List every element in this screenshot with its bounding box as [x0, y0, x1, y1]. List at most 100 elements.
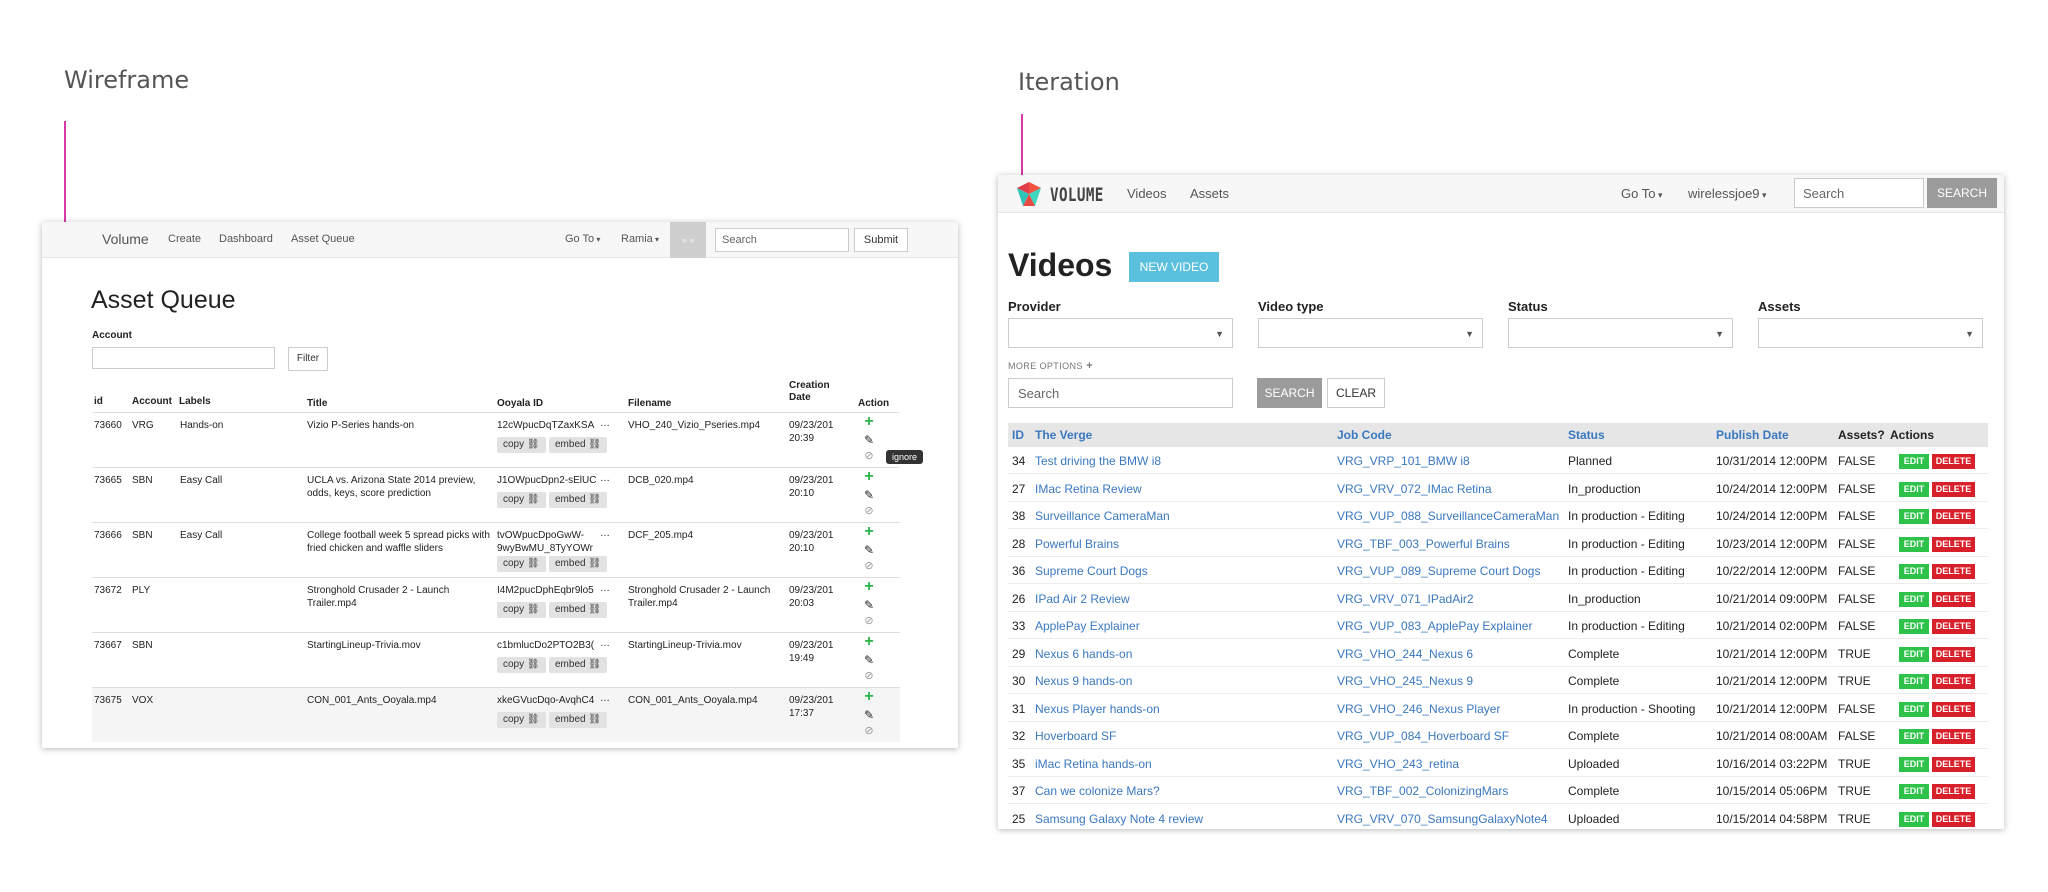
edit-pencil-icon[interactable]: ✎ — [862, 489, 876, 501]
edit-button[interactable]: EDIT — [1899, 729, 1929, 744]
delete-button[interactable]: DELETE — [1932, 756, 1975, 772]
cell-job-code-link[interactable]: VRG_TBF_003_Powerful Brains — [1337, 537, 1510, 551]
status-select[interactable]: ▼ — [1508, 318, 1733, 348]
col-header-job-code[interactable]: Job Code — [1337, 428, 1392, 442]
ignore-icon[interactable]: ⊘ — [862, 505, 876, 517]
delete-button[interactable]: DELETE — [1932, 536, 1975, 552]
search-input[interactable]: Search — [1008, 378, 1233, 408]
wireframe-brand[interactable]: Volume — [102, 231, 149, 247]
cell-title-link[interactable]: Supreme Court Dogs — [1035, 564, 1148, 578]
delete-button[interactable]: DELETE — [1932, 591, 1975, 607]
edit-button[interactable]: EDIT — [1899, 646, 1929, 662]
edit-button[interactable]: EDIT — [1899, 509, 1929, 524]
embed-chip[interactable]: embed ⛓ — [549, 556, 608, 572]
edit-pencil-icon[interactable]: ✎ — [862, 544, 876, 556]
cell-job-code-link[interactable]: VRG_VRP_101_BMW i8 — [1337, 454, 1470, 468]
delete-button[interactable]: DELETE — [1932, 481, 1975, 497]
nav-search-input[interactable]: Search — [1794, 178, 1924, 208]
approve-plus-icon[interactable]: + — [862, 414, 876, 430]
provider-select[interactable]: ▼ — [1008, 318, 1233, 348]
edit-button[interactable]: EDIT — [1899, 454, 1929, 469]
nav-user-dropdown[interactable]: Ramia ▾ — [621, 233, 659, 245]
delete-button[interactable]: DELETE — [1932, 729, 1975, 744]
nav-user-dropdown[interactable]: wirelessjoe9 ▾ — [1688, 186, 1767, 201]
delete-button[interactable]: DELETE — [1932, 454, 1975, 469]
cell-job-code-link[interactable]: VRG_VHO_243_retina — [1337, 757, 1459, 771]
edit-button[interactable]: EDIT — [1899, 481, 1929, 497]
approve-plus-icon[interactable]: + — [862, 634, 876, 650]
col-header-the-verge[interactable]: The Verge — [1035, 428, 1092, 442]
nav-goto-dropdown[interactable]: Go To ▾ — [1621, 186, 1662, 201]
cell-job-code-link[interactable]: VRG_TBF_002_ColonizingMars — [1337, 784, 1508, 798]
delete-button[interactable]: DELETE — [1932, 701, 1975, 717]
nav-grey-button[interactable]: » » — [670, 222, 706, 258]
cell-title-link[interactable]: ApplePay Explainer — [1035, 619, 1140, 633]
cell-job-code-link[interactable]: VRG_VUP_088_SurveillanceCameraMan — [1337, 509, 1559, 523]
cell-title-link[interactable]: Nexus 6 hands-on — [1035, 647, 1132, 661]
nav-link-assets[interactable]: Assets — [1190, 186, 1229, 201]
cell-job-code-link[interactable]: VRG_VHO_245_Nexus 9 — [1337, 674, 1473, 688]
ignore-icon[interactable]: ⊘ — [862, 670, 876, 682]
cell-title-link[interactable]: iMac Retina hands-on — [1035, 757, 1152, 771]
cell-title-link[interactable]: Hoverboard SF — [1035, 729, 1116, 743]
col-header-id[interactable]: ID — [1012, 428, 1024, 442]
nav-goto-dropdown[interactable]: Go To ▾ — [565, 233, 600, 245]
embed-chip[interactable]: embed ⛓ — [549, 657, 608, 673]
copy-chip[interactable]: copy ⛓ — [497, 657, 546, 673]
edit-button[interactable]: EDIT — [1899, 701, 1929, 717]
edit-button[interactable]: EDIT — [1899, 564, 1929, 579]
col-header-publish-date[interactable]: Publish Date — [1716, 428, 1789, 442]
embed-chip[interactable]: embed ⛓ — [549, 602, 608, 618]
more-icon[interactable]: … — [600, 692, 610, 705]
edit-button[interactable]: EDIT — [1899, 784, 1929, 799]
nav-link-asset-queue[interactable]: Asset Queue — [291, 233, 355, 245]
new-video-button[interactable]: NEW VIDEO — [1129, 252, 1219, 282]
delete-button[interactable]: DELETE — [1932, 564, 1975, 579]
edit-button[interactable]: EDIT — [1899, 811, 1929, 827]
edit-button[interactable]: EDIT — [1899, 619, 1929, 634]
edit-button[interactable]: EDIT — [1899, 674, 1929, 689]
delete-button[interactable]: DELETE — [1932, 619, 1975, 634]
nav-link-dashboard[interactable]: Dashboard — [219, 233, 273, 245]
delete-button[interactable]: DELETE — [1932, 811, 1975, 827]
ignore-icon[interactable]: ⊘ — [862, 560, 876, 572]
more-icon[interactable]: … — [600, 527, 610, 540]
col-header-status[interactable]: Status — [1568, 428, 1605, 442]
iteration-brand[interactable]: VOLUME — [1050, 184, 1104, 206]
embed-chip[interactable]: embed ⛓ — [549, 712, 608, 728]
edit-button[interactable]: EDIT — [1899, 591, 1929, 607]
nav-link-create[interactable]: Create — [168, 233, 201, 245]
ignore-icon[interactable]: ⊘ — [862, 615, 876, 627]
cell-title-link[interactable]: Nexus 9 hands-on — [1035, 674, 1132, 688]
embed-chip[interactable]: embed ⛓ — [549, 492, 608, 508]
cell-title-link[interactable]: Test driving the BMW i8 — [1035, 454, 1161, 468]
approve-plus-icon[interactable]: + — [862, 524, 876, 540]
cell-title-link[interactable]: Surveillance CameraMan — [1035, 509, 1170, 523]
cell-title-link[interactable]: IPad Air 2 Review — [1035, 592, 1130, 606]
cell-job-code-link[interactable]: VRG_VRV_070_SamsungGalaxyNote4 — [1337, 812, 1548, 826]
copy-chip[interactable]: copy ⛓ — [497, 556, 546, 572]
edit-pencil-icon[interactable]: ✎ — [862, 654, 876, 666]
cell-title-link[interactable]: Can we colonize Mars? — [1035, 784, 1160, 798]
cell-title-link[interactable]: Samsung Galaxy Note 4 review — [1035, 812, 1203, 826]
more-icon[interactable]: … — [600, 417, 610, 430]
copy-chip[interactable]: copy ⛓ — [497, 437, 546, 453]
nav-search-input[interactable]: Search — [715, 228, 849, 252]
edit-pencil-icon[interactable]: ✎ — [862, 599, 876, 611]
delete-button[interactable]: DELETE — [1932, 646, 1975, 662]
nav-submit-button[interactable]: Submit — [854, 228, 908, 252]
cell-title-link[interactable]: IMac Retina Review — [1035, 482, 1142, 496]
approve-plus-icon[interactable]: + — [862, 689, 876, 705]
embed-chip[interactable]: embed ⛓ — [549, 437, 608, 453]
delete-button[interactable]: DELETE — [1932, 509, 1975, 524]
more-options-toggle[interactable]: MORE OPTIONS + — [1008, 360, 1093, 372]
cell-job-code-link[interactable]: VRG_VRV_072_IMac Retina — [1337, 482, 1492, 496]
search-button[interactable]: SEARCH — [1257, 378, 1322, 408]
video-type-select[interactable]: ▼ — [1258, 318, 1483, 348]
delete-button[interactable]: DELETE — [1932, 784, 1975, 799]
nav-link-videos[interactable]: Videos — [1127, 186, 1167, 201]
copy-chip[interactable]: copy ⛓ — [497, 712, 546, 728]
cell-title-link[interactable]: Powerful Brains — [1035, 537, 1119, 551]
more-icon[interactable]: … — [600, 472, 610, 485]
cell-job-code-link[interactable]: VRG_VUP_089_Supreme Court Dogs — [1337, 564, 1540, 578]
